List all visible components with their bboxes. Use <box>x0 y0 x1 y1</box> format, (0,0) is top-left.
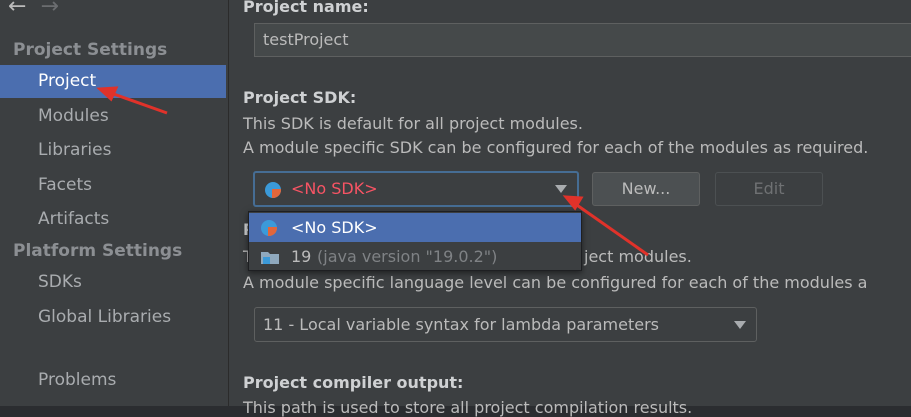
project-sdk-label: Project SDK: <box>243 88 357 107</box>
sdk-option-detail: (java version "19.0.2") <box>317 247 498 266</box>
sidebar-item-project[interactable]: Project <box>0 65 226 98</box>
sidebar-item-facets[interactable]: Facets <box>0 169 226 202</box>
compiler-output-label: Project compiler output: <box>243 373 464 392</box>
project-name-input[interactable]: testProject <box>254 23 911 57</box>
chevron-down-icon[interactable] <box>734 320 746 329</box>
jdk-folder-icon <box>261 252 279 264</box>
project-settings-panel: Project name: testProject Project SDK: T… <box>229 0 911 417</box>
no-sdk-icon <box>261 220 277 236</box>
sidebar-item-problems[interactable]: Problems <box>0 364 226 397</box>
no-sdk-icon <box>265 182 281 198</box>
sidebar-item-modules[interactable]: Modules <box>0 100 226 133</box>
sidebar-item-global-libraries[interactable]: Global Libraries <box>0 301 226 334</box>
new-sdk-button[interactable]: New... <box>592 172 700 206</box>
project-settings-heading: Project Settings <box>13 40 168 60</box>
sdk-option-no-sdk[interactable]: <No SDK> <box>249 213 581 242</box>
language-description-1-end: ject modules. <box>584 247 692 266</box>
history-navigation: ← → <box>8 0 59 19</box>
sdk-combobox-value: <No SDK> <box>291 179 378 198</box>
sdk-combobox[interactable]: <No SDK> <box>253 171 579 207</box>
chevron-down-icon[interactable] <box>555 185 567 193</box>
compiler-output-description: This path is used to store all project c… <box>243 398 693 417</box>
sdk-description-2: A module specific SDK can be configured … <box>243 138 869 157</box>
project-name-label: Project name: <box>243 0 369 16</box>
platform-settings-heading: Platform Settings <box>13 241 183 261</box>
sidebar-item-artifacts[interactable]: Artifacts <box>0 203 226 236</box>
sdk-option-label: 19 <box>291 247 312 266</box>
sdk-option-label: <No SDK> <box>291 218 378 237</box>
language-level-value: 11 - Local variable syntax for lambda pa… <box>263 315 659 334</box>
back-arrow-icon[interactable]: ← <box>8 0 26 19</box>
language-description-2: A module specific language level can be … <box>243 273 868 292</box>
language-level-combobox[interactable]: 11 - Local variable syntax for lambda pa… <box>254 307 757 342</box>
edit-sdk-button[interactable]: Edit <box>715 172 823 206</box>
sidebar-item-libraries[interactable]: Libraries <box>0 134 226 167</box>
sdk-description-1: This SDK is default for all project modu… <box>243 114 583 133</box>
settings-sidebar: ← → Project Settings Project Modules Libr… <box>0 0 229 406</box>
sdk-dropdown-popup: <No SDK> 19 (java version "19.0.2") <box>248 211 582 271</box>
sdk-option-19[interactable]: 19 (java version "19.0.2") <box>249 242 581 271</box>
sidebar-item-sdks[interactable]: SDKs <box>0 266 226 299</box>
forward-arrow-icon[interactable]: → <box>40 0 58 19</box>
